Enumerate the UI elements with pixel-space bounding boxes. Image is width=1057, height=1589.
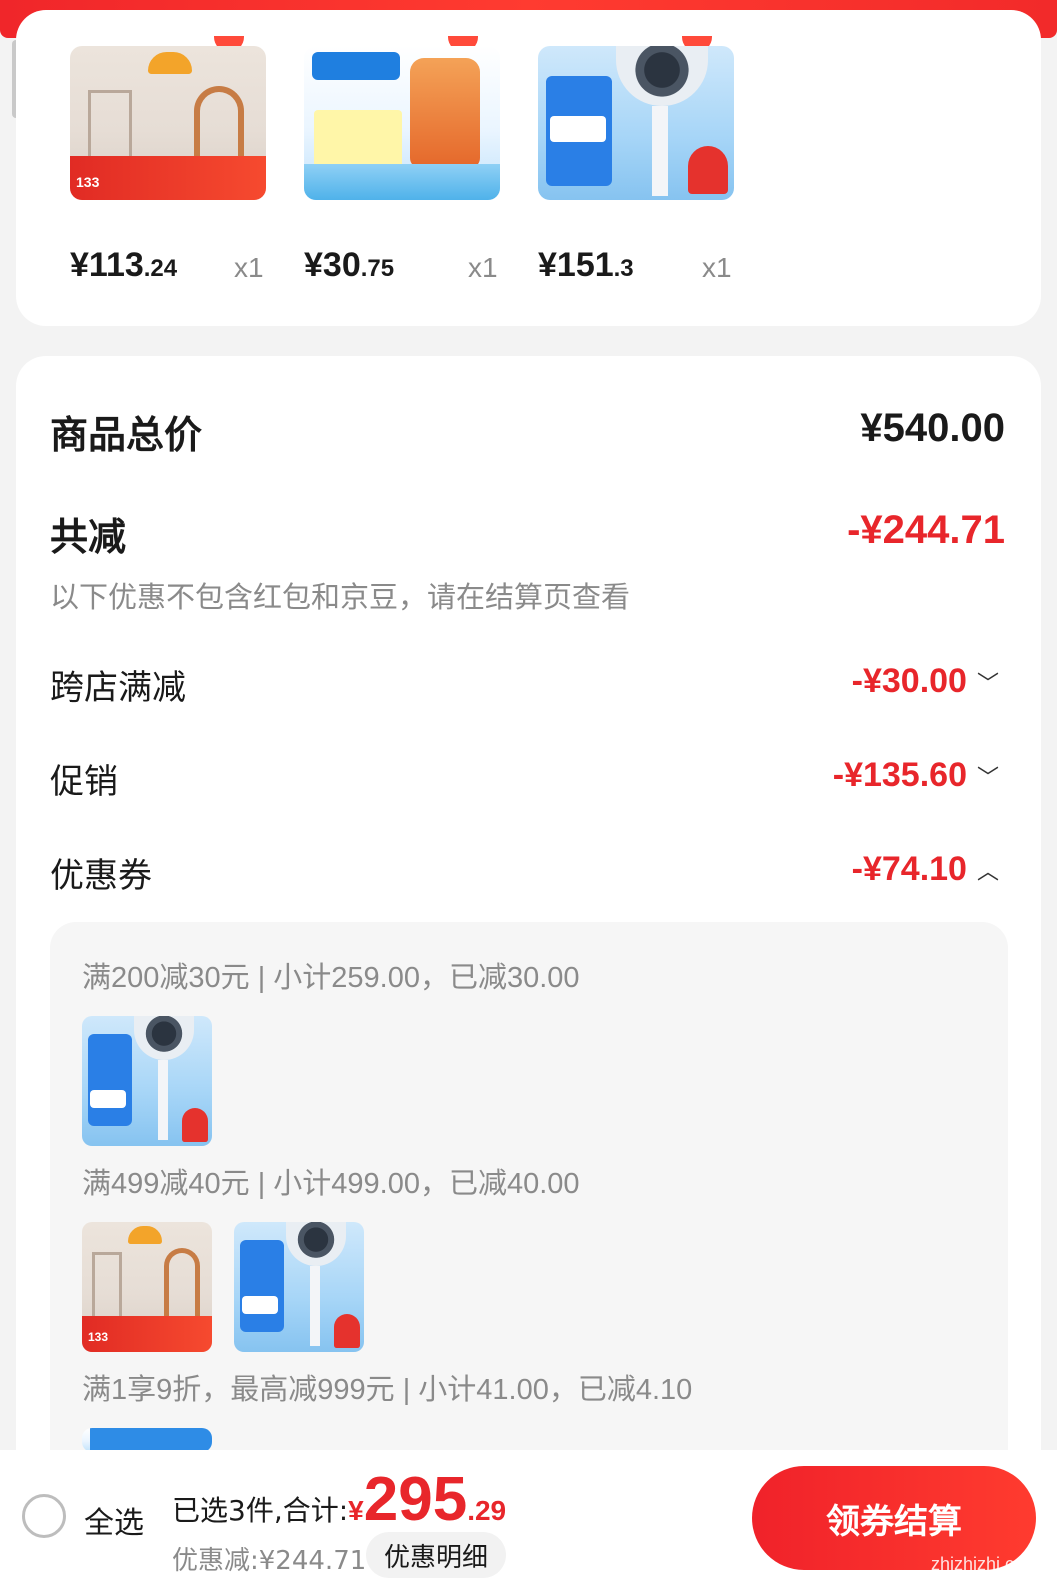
air-circulator-fan-product-image[interactable] [538,46,734,200]
discount-hint-text: 以下优惠不包含红包和京豆，请在结算页查看 [50,580,631,614]
product-price: ¥30.75 [304,246,394,296]
selected-total: 已选3件,合计: ¥ 295 .29 [172,1464,506,1535]
promotion-label[interactable]: 促销 [50,754,118,803]
coupon-label[interactable]: 优惠券 [50,848,152,897]
coupon-rule-text: 满1享9折，最高减999元 | 小计41.00，已减4.10 [82,1374,693,1406]
air-circulator-fan-product-image[interactable] [234,1222,364,1352]
selected-total-label: 已选3件,合计: [172,1494,349,1527]
chevron-down-icon: ﹀ [976,671,999,697]
selected-products-card: 133 ¥113.24 x1 ¥30.75 x1 ¥151.3 x1 [16,10,1041,326]
cross-store-discount-label[interactable]: 跨店满减 [50,660,186,709]
select-all-label[interactable]: 全选 [84,1498,144,1542]
price-decimal: .24 [143,255,178,282]
chevron-down-icon: ﹀ [976,765,999,791]
promotion-value: -¥135.60 [832,756,967,794]
checkout-button-label: 领券结算 [826,1501,962,1542]
price-decimal: .75 [360,255,395,282]
product-quantity: x1 [702,252,732,283]
total-decimal: .29 [467,1495,507,1526]
total-integer: 295 [363,1465,468,1534]
coupon-rule-text: 满200减30元 | 小计259.00，已减30.00 [82,962,580,994]
product-price: ¥113.24 [70,246,177,296]
cross-store-discount-toggle[interactable]: -¥30.00 ﹀ [852,662,999,701]
discount-amount: 优惠减:¥244.71 [172,1546,367,1576]
ceiling-light-product-image[interactable]: 133 [70,46,266,200]
cold-medicine-product-image[interactable] [304,46,500,200]
total-currency: ¥ [348,1495,364,1526]
price-decimal: .3 [613,255,634,282]
watermark: zhizhizhi.com [930,1554,1039,1574]
cross-store-discount-value: -¥30.00 [851,662,967,700]
product-quantity: x1 [468,252,498,283]
air-circulator-fan-product-image[interactable] [82,1016,212,1146]
total-price-value: ¥540.00 [860,406,1005,450]
promotion-toggle[interactable]: -¥135.60 ﹀ [833,756,999,795]
total-price-label: 商品总价 [50,413,203,457]
cold-medicine-product-image[interactable] [82,1428,212,1452]
ceiling-light-product-image[interactable]: 133 [82,1222,212,1352]
product-price: ¥151.3 [538,246,634,296]
chevron-up-icon: ︿ [976,859,999,885]
select-all-checkbox[interactable] [22,1494,66,1538]
discount-detail-button[interactable]: 优惠明细 [366,1532,506,1578]
coupon-value: -¥74.10 [851,850,967,888]
coupon-toggle[interactable]: -¥74.10 ︿ [852,850,999,889]
coupon-rule-text: 满499减40元 | 小计499.00，已减40.00 [82,1168,580,1200]
total-reduce-label: 共减 [50,515,127,559]
price-integer: ¥151 [538,246,614,284]
product-quantity: x1 [234,252,264,283]
price-integer: ¥30 [304,246,361,284]
checkout-bar: 全选 已选3件,合计: ¥ 295 .29 优惠减:¥244.71 优惠明细 领… [0,1450,1057,1589]
total-reduce-value: -¥244.71 [847,508,1005,552]
price-integer: ¥113 [70,246,144,284]
